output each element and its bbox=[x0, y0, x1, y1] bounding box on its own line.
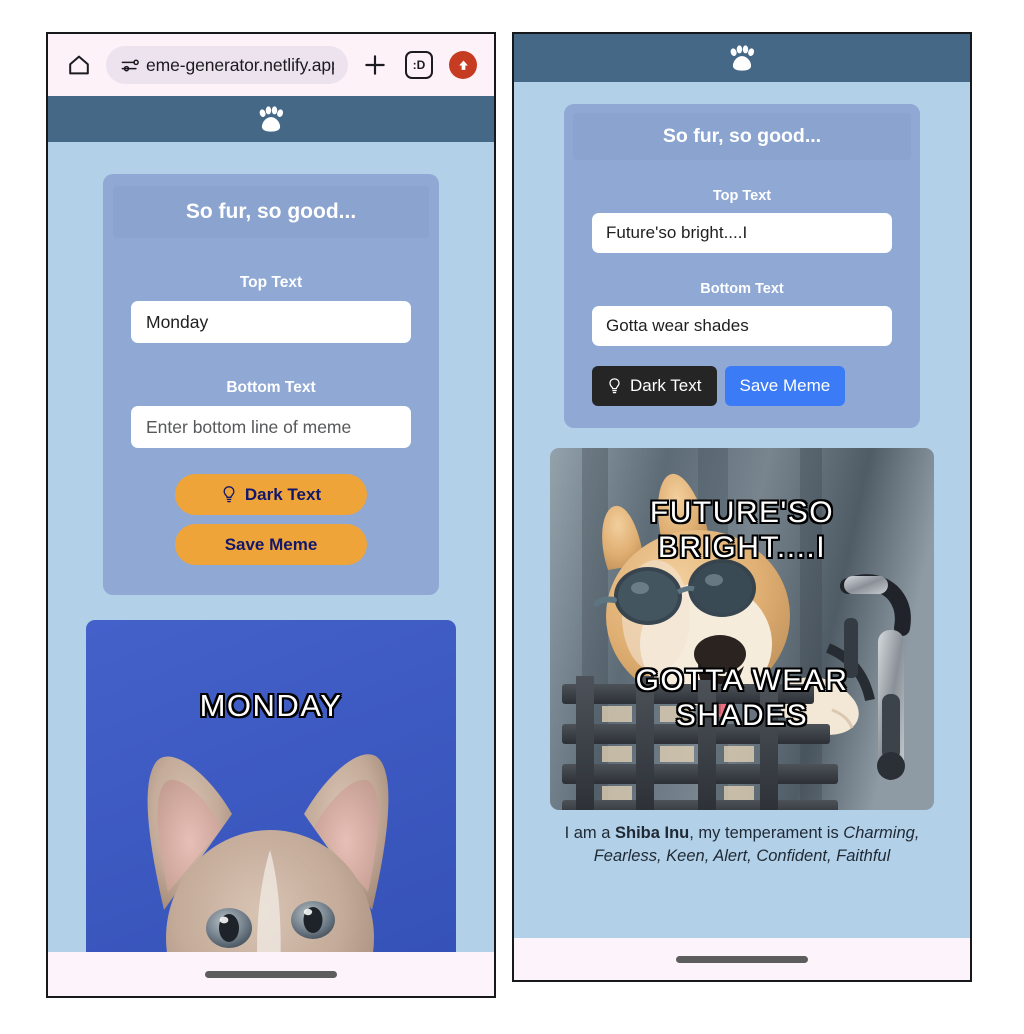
top-text-label: Top Text bbox=[239, 274, 303, 291]
dark-text-button[interactable]: Dark Text bbox=[175, 474, 367, 515]
url-text: eme-generator.netlify.app bbox=[146, 54, 334, 75]
home-indicator-bar-left bbox=[48, 952, 494, 996]
save-meme-button-label: Save Meme bbox=[224, 534, 318, 554]
bottom-text-input[interactable] bbox=[131, 406, 411, 448]
app-body-right: So fur, so good... Top Text Bottom Text bbox=[514, 82, 970, 938]
home-indicator-bar-right bbox=[514, 938, 970, 980]
caption-lead: I am a bbox=[564, 824, 615, 842]
phone-screen-left: eme-generator.netlify.app :D So fur, so … bbox=[48, 34, 494, 996]
paw-print-icon bbox=[256, 105, 286, 133]
app-body-left: So fur, so good... Top Text Bottom Text bbox=[48, 142, 494, 952]
meme-preview-right: FUTURE'SO BRIGHT....I GOTTA WEAR SHADES bbox=[550, 448, 934, 810]
dark-text-button-label: Dark Text bbox=[244, 484, 322, 504]
kitten-photo bbox=[86, 620, 456, 952]
new-tab-button[interactable] bbox=[358, 48, 392, 82]
browser-toolbar: eme-generator.netlify.app :D bbox=[48, 34, 494, 96]
card-title: So fur, so good... bbox=[113, 186, 429, 238]
upload-circle bbox=[449, 51, 477, 79]
button-row-right: Dark Text Save Meme bbox=[564, 366, 920, 406]
save-meme-button[interactable]: Save Meme bbox=[175, 524, 367, 565]
shiba-inu-photo bbox=[550, 448, 934, 810]
home-icon[interactable] bbox=[62, 48, 96, 82]
save-meme-button[interactable]: Save Meme bbox=[724, 366, 846, 406]
app-header-right bbox=[514, 34, 970, 82]
home-indicator[interactable] bbox=[676, 955, 808, 963]
home-indicator[interactable] bbox=[205, 970, 337, 978]
caption-middle: , my temperament is bbox=[689, 824, 844, 842]
top-text-label: Top Text bbox=[712, 188, 772, 204]
dark-text-button[interactable]: Dark Text bbox=[592, 366, 717, 406]
breed-caption: I am a Shiba Inu, my temperament is Char… bbox=[542, 822, 942, 869]
bottom-text-input[interactable] bbox=[592, 306, 892, 346]
meme-form-card-left: So fur, so good... Top Text Bottom Text bbox=[103, 174, 439, 595]
bottom-text-label: Bottom Text bbox=[700, 281, 784, 297]
lightbulb-icon bbox=[221, 485, 237, 504]
meme-preview-left: MONDAY bbox=[86, 620, 456, 952]
card-title: So fur, so good... bbox=[573, 113, 911, 160]
top-text-input[interactable] bbox=[131, 301, 411, 343]
url-bar[interactable]: eme-generator.netlify.app bbox=[106, 46, 348, 84]
site-settings-icon[interactable] bbox=[120, 56, 139, 75]
phone-frame-right: So fur, so good... Top Text Bottom Text bbox=[512, 32, 972, 982]
paw-print-icon bbox=[727, 44, 757, 72]
button-row-left: Dark Text Save Meme bbox=[103, 474, 439, 565]
top-text-input[interactable] bbox=[592, 213, 892, 253]
upload-arrow-icon[interactable] bbox=[446, 48, 480, 82]
breed-name: Shiba Inu bbox=[615, 824, 690, 842]
save-meme-button-label: Save Meme bbox=[739, 376, 831, 395]
meme-form-card-right: So fur, so good... Top Text Bottom Text bbox=[564, 104, 920, 428]
lightbulb-icon bbox=[607, 377, 622, 395]
dark-text-button-label: Dark Text bbox=[630, 376, 702, 395]
emoji-button-label: :D bbox=[405, 51, 433, 79]
emoji-tab-button[interactable]: :D bbox=[402, 48, 436, 82]
bottom-text-label: Bottom Text bbox=[226, 379, 316, 396]
phone-frame-left: eme-generator.netlify.app :D So fur, so … bbox=[46, 32, 496, 998]
phone-screen-right: So fur, so good... Top Text Bottom Text bbox=[514, 34, 970, 980]
app-header-left bbox=[48, 96, 494, 142]
